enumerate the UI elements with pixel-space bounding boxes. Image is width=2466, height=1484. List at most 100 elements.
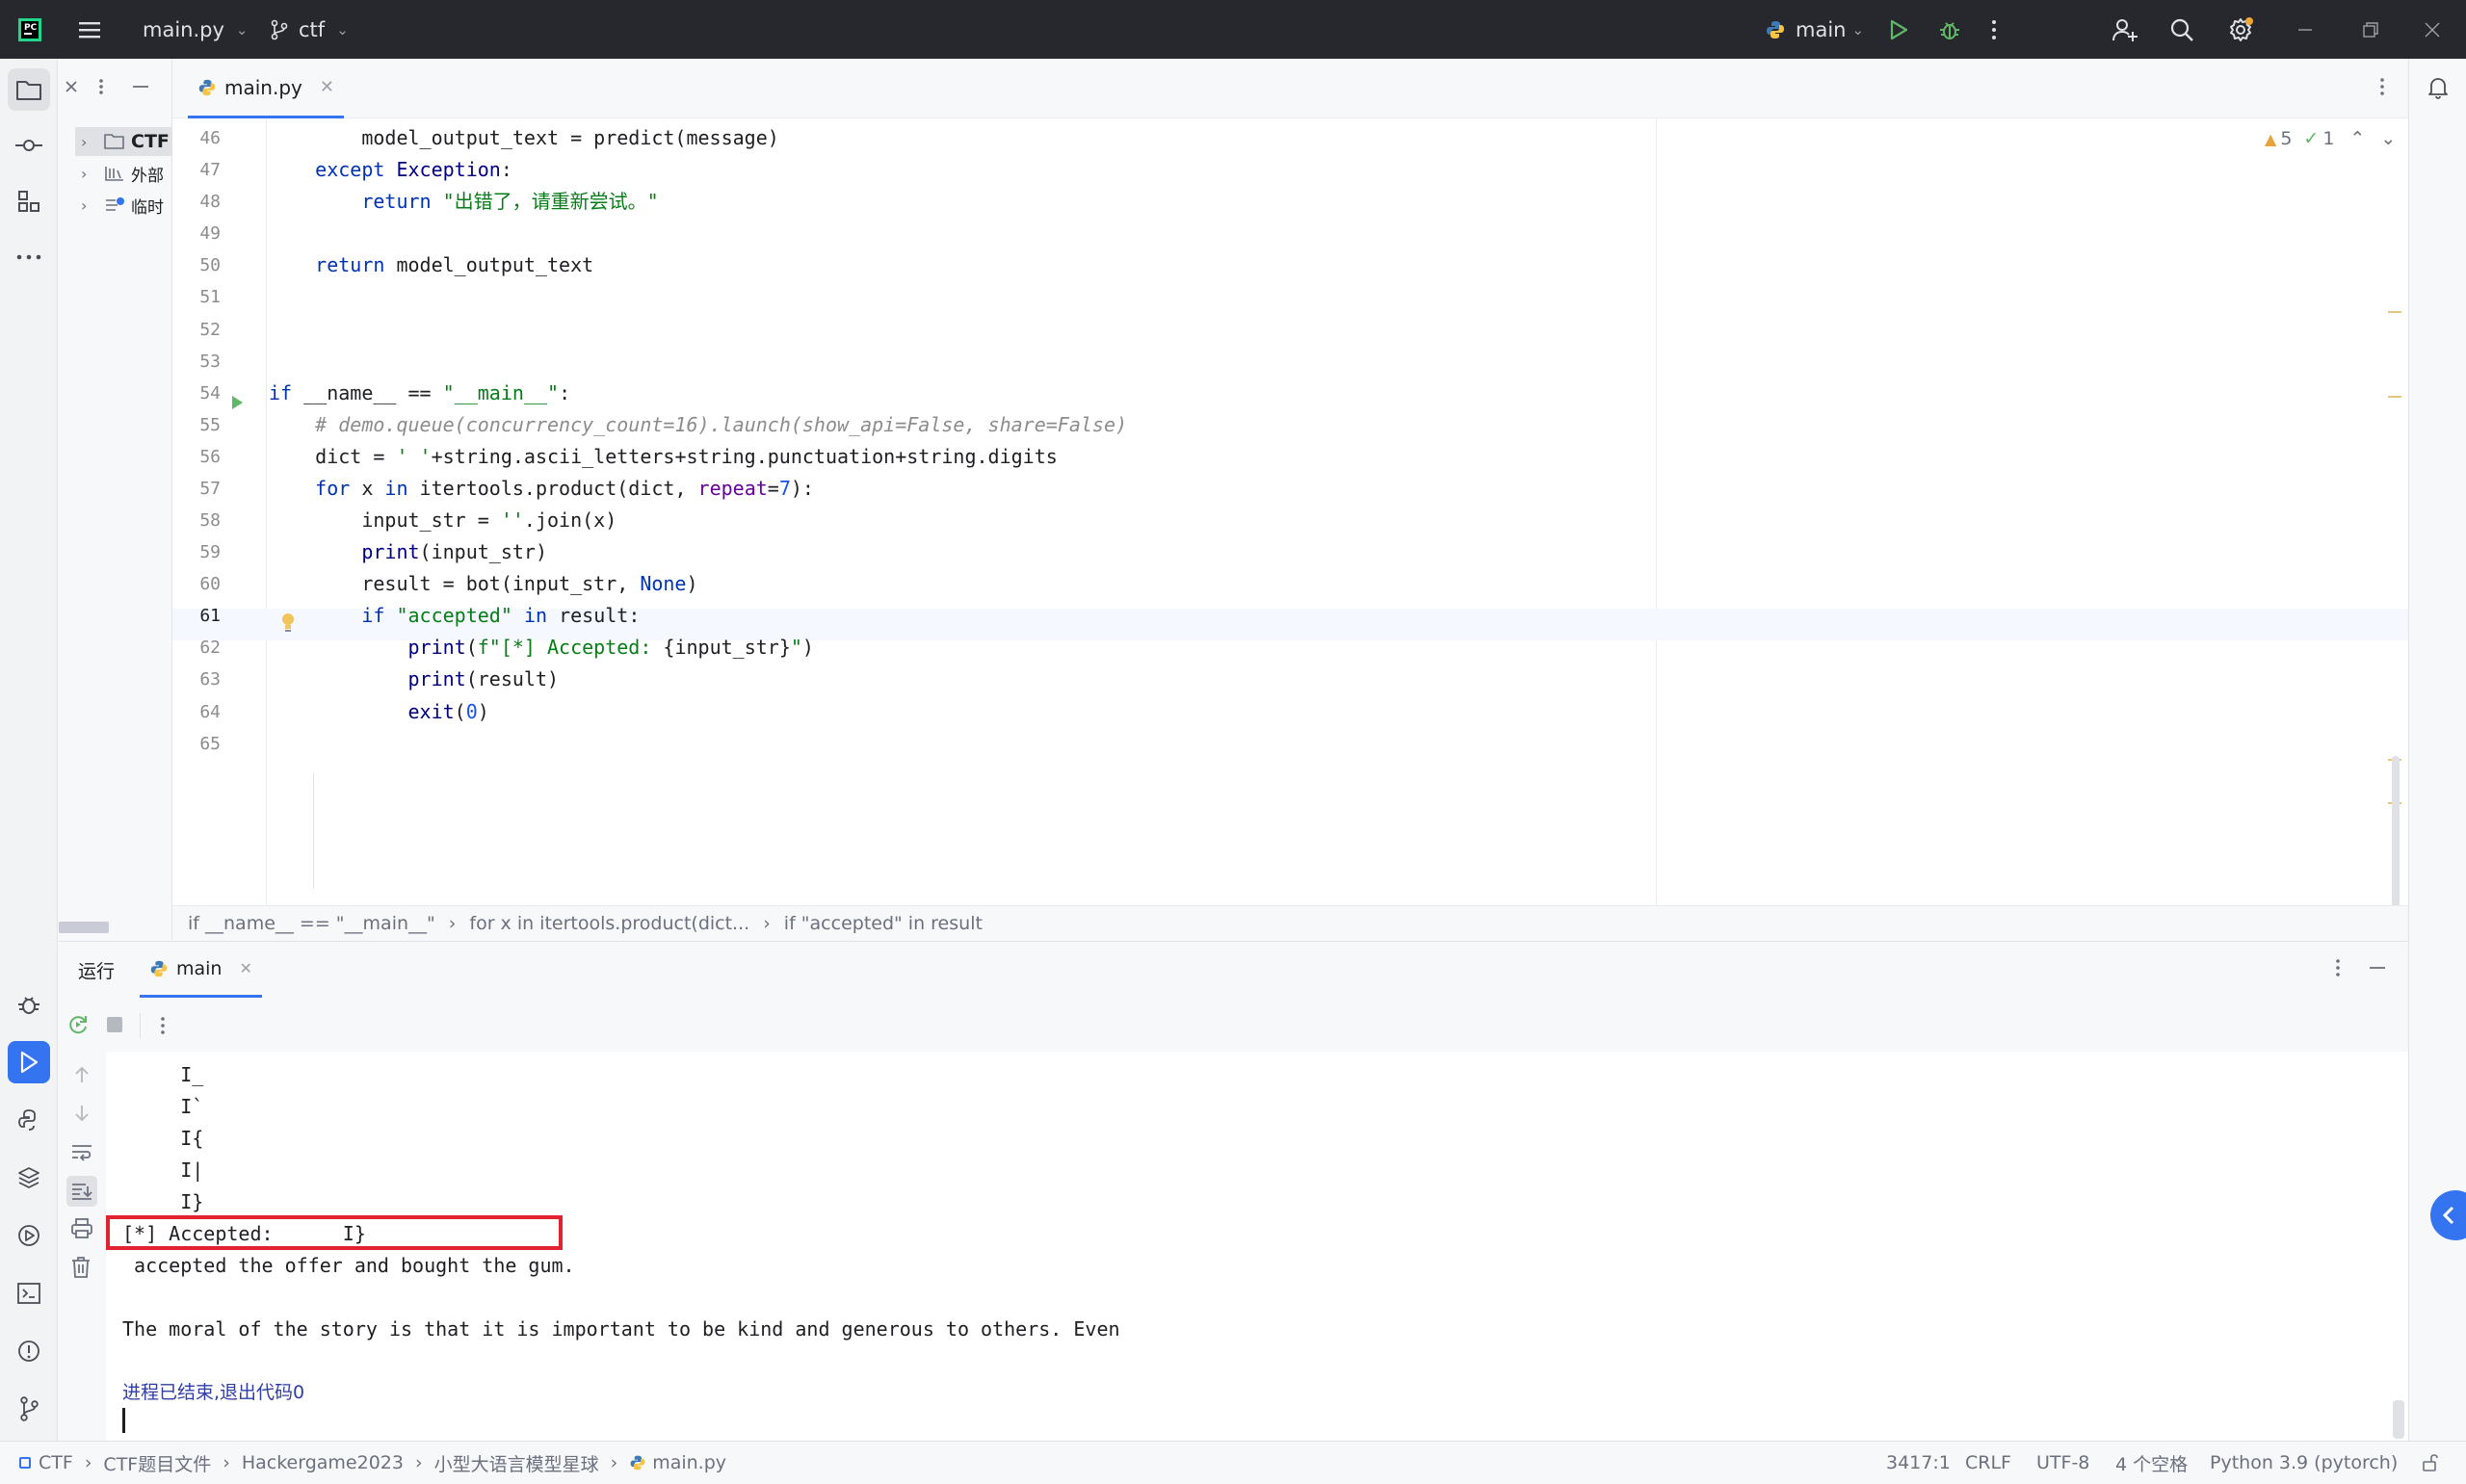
minimize-button[interactable] [2296,0,2314,59]
console-scrollbar-thumb[interactable] [2393,1400,2404,1439]
code-line[interactable]: 55 # demo.queue(concurrency_count=16).la… [172,409,2408,441]
path-item[interactable]: 小型大语言模型星球 [434,1450,599,1476]
code-line[interactable]: 60 result = bot(input_str, None) [172,568,2408,600]
commit-tool-button[interactable] [8,124,50,167]
warning-marker[interactable] [2388,396,2401,398]
code-line[interactable]: 53 [172,346,2408,378]
path-item[interactable]: CTF题目文件 [103,1450,211,1476]
scroll-up-button[interactable] [72,1065,92,1088]
structure-tool-button[interactable] [8,180,50,222]
settings-button[interactable] [2227,0,2254,59]
code-line[interactable]: 56 dict = ' '+string.ascii_letters+strin… [172,441,2408,473]
more-vertical-icon [2336,959,2340,976]
clear-all-button[interactable] [70,1256,92,1283]
hide-run-panel-button[interactable] [2367,957,2388,982]
code-line[interactable]: 61 if "accepted" in result: [172,600,2408,632]
problems-tool-button[interactable] [8,1330,50,1372]
caret-position[interactable]: 3417:1 [1886,1442,1951,1484]
soft-wrap-button[interactable] [70,1142,93,1167]
tree-item-external-libraries[interactable]: › 外部 [75,159,164,188]
run-tool-button[interactable] [8,1041,50,1083]
file-encoding[interactable]: UTF-8 [2036,1442,2089,1484]
code-line[interactable]: 59 print(input_str) [172,536,2408,568]
debug-button[interactable] [1938,0,1961,59]
code-line[interactable]: 49 [172,218,2408,249]
notifications-button[interactable] [2417,66,2459,109]
run-button[interactable] [1888,0,1909,59]
read-only-toggle[interactable] [2422,1442,2439,1484]
close-panel-button[interactable] [61,76,82,97]
run-tab-main[interactable]: main ✕ [140,942,262,998]
git-tool-button[interactable] [8,1388,50,1430]
more-tools-button[interactable] [8,236,50,278]
warning-marker[interactable] [2388,311,2401,313]
code-line[interactable]: 63 print(result) [172,664,2408,695]
path-item[interactable]: Hackergame2023 [242,1452,404,1473]
python-interpreter[interactable]: Python 3.9 (pytorch) [2210,1442,2398,1484]
console-line: accepted the offer and bought the gum. [122,1254,575,1277]
code-line[interactable]: 62 print(f"[*] Accepted: {input_str}") [172,632,2408,664]
python-console-button[interactable] [8,1099,50,1141]
path-item[interactable]: main.py [652,1452,726,1473]
code-editor[interactable]: 45 try:46 model_output_text = predict(me… [172,118,2408,905]
breadcrumb-item[interactable]: if "accepted" in result [784,913,983,934]
debug-tool-button[interactable] [8,983,50,1026]
close-tab-icon[interactable]: ✕ [239,959,251,977]
run-gutter-icon[interactable] [230,395,244,414]
code-line[interactable]: 50 return model_output_text [172,249,2408,281]
breadcrumb-item[interactable]: if __name__ == "__main__" [188,913,435,934]
indent-setting[interactable]: 4 个空格 [2115,1442,2188,1484]
file-switcher[interactable]: main.py ⌄ [143,0,248,59]
search-button[interactable] [2169,0,2194,59]
code-line[interactable]: 58 input_str = ''.join(x) [172,505,2408,536]
scroll-to-end-button[interactable] [66,1176,97,1207]
scroll-down-button[interactable] [72,1104,92,1127]
chevron-up-icon[interactable]: ⌃ [2349,128,2365,149]
run-icon [232,396,243,409]
vcs-branch-widget[interactable]: ctf ⌄ [270,0,349,59]
path-item[interactable]: CTF [39,1452,73,1473]
code-line[interactable]: 47 except Exception: [172,154,2408,186]
code-line[interactable]: 46 model_output_text = predict(message) [172,122,2408,154]
editor-tab-main-py[interactable]: main.py ✕ [188,59,344,118]
python-packages-button[interactable] [8,1157,50,1199]
close-window-button[interactable] [2424,0,2441,59]
breadcrumb-item[interactable]: for x in itertools.product(dict... [469,913,749,934]
pycharm-logo[interactable]: PC [17,0,42,59]
tree-item-scratches[interactable]: › 临时 [75,191,164,220]
restore-button[interactable] [2362,0,2379,59]
run-panel-options-button[interactable] [2334,957,2342,982]
tree-item-ctf[interactable]: › CTF [75,127,171,156]
expand-side-panel-button[interactable] [2430,1190,2466,1240]
print-button[interactable] [70,1217,93,1244]
lightbulb-intention-icon[interactable] [279,612,297,637]
editor-scrollbar-thumb[interactable] [2392,756,2400,905]
run-console-output[interactable]: I_ I` I{ I| I} [*] Accepted: I} accepted … [106,1052,2408,1441]
code-line[interactable]: 51 [172,281,2408,313]
code-line[interactable]: 48 return "出错了，请重新尝试。" [172,186,2408,218]
horizontal-scrollbar[interactable] [59,922,109,933]
inspection-widget[interactable]: ▲ 5 ✓ 1 ⌃ ⌄ [2265,128,2396,149]
main-menu-button[interactable] [77,0,102,59]
chevron-down-icon[interactable]: ⌄ [2380,128,2396,149]
add-user-button[interactable] [2112,0,2138,59]
code-line[interactable]: 64 exit(0) [172,696,2408,728]
line-separator[interactable]: CRLF [1965,1442,2011,1484]
terminal-tool-button[interactable] [8,1272,50,1315]
rerun-button[interactable] [66,1013,90,1040]
code-line[interactable]: 52 [172,314,2408,346]
run-config-selector[interactable]: main ⌄ [1765,0,1864,59]
code-text: for x in itertools.product(dict, repeat=… [315,476,814,500]
stop-button[interactable] [105,1015,124,1038]
code-line[interactable]: 57 for x in itertools.product(dict, repe… [172,473,2408,505]
project-tool-button[interactable] [8,68,50,111]
code-line[interactable]: 65 [172,728,2408,760]
close-tab-icon[interactable]: ✕ [320,77,334,97]
hide-panel-button[interactable] [130,76,151,97]
panel-options-button[interactable] [97,76,111,97]
editor-tab-options-button[interactable] [2378,76,2386,101]
more-actions-button[interactable] [1990,0,1998,59]
run-toolbar-more-button[interactable] [159,1015,167,1040]
code-line[interactable]: 54 if __name__ == "__main__": [172,378,2408,409]
services-tool-button[interactable] [8,1214,50,1257]
